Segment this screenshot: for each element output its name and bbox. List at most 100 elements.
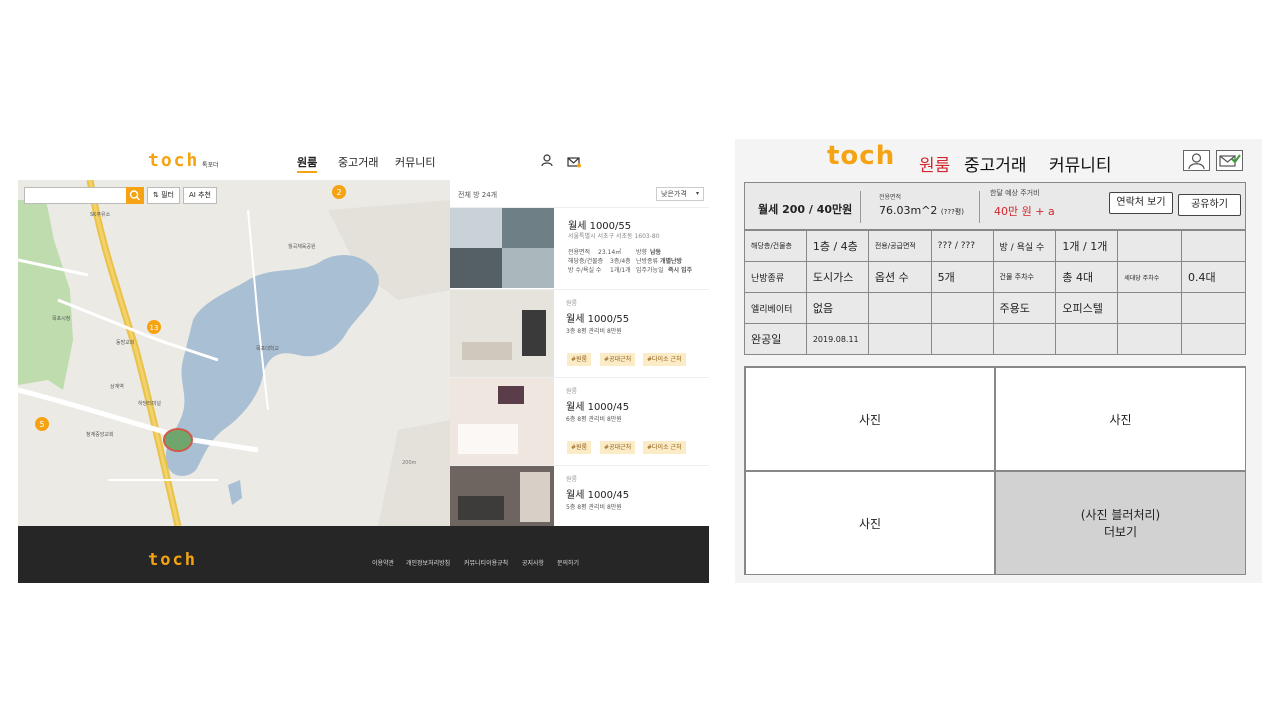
footer-link-contact[interactable]: 문의하기 [557, 558, 579, 567]
footer-logo[interactable]: toch [148, 550, 197, 570]
ai-recommend-button[interactable]: AI 추천 [183, 187, 217, 204]
search-button[interactable] [126, 187, 144, 204]
detail-value: 23.14㎡ [598, 249, 622, 256]
table-cell [1055, 323, 1119, 355]
nav-community[interactable]: 커뮤니티 [1049, 151, 1112, 176]
photo-slot[interactable]: 사진 [745, 471, 995, 575]
listing-card[interactable]: 원룸 월세 1000/55 3층 8평 관리비 8만원 #원룸 #공대근처 #다… [450, 289, 709, 378]
summary-bar: 월세 200 / 40만원 전용면적 76.03m^2 (???평) 한달 예상… [744, 182, 1246, 230]
place-label: 목포대학교 [256, 345, 279, 352]
tag[interactable]: #다이소 근처 [643, 353, 686, 366]
user-icon[interactable] [541, 154, 553, 167]
place-label: 월곡체육공원 [288, 243, 316, 250]
table-cell [1181, 230, 1246, 262]
table-cell: 주용도 [992, 292, 1057, 324]
map-scale: 200m [402, 460, 417, 466]
detail-value: 즉시 입주 [668, 267, 693, 274]
footer-link-privacy[interactable]: 개인정보처리방침 [406, 558, 450, 567]
table-cell: 2019.08.11 [805, 323, 869, 355]
footer-link-terms[interactable]: 이용약관 [372, 558, 394, 567]
listing-price: 월세 1000/55 [568, 221, 632, 232]
blurred-photo-label: (사진 블러처리) [1080, 508, 1161, 522]
photo-placeholder: 사진 [858, 412, 882, 427]
table-cell [1181, 292, 1246, 324]
logo[interactable]: toch [148, 150, 199, 171]
chevron-down-icon: ▾ [695, 190, 699, 197]
view-contact-button[interactable]: 연락처 보기 [1109, 192, 1173, 214]
listing-photo [450, 290, 554, 378]
tag[interactable]: #다이소 근처 [643, 441, 686, 454]
detail-label: 방향 [636, 249, 648, 256]
listing-price: 월세 1000/45 [566, 490, 630, 501]
table-cell [1117, 323, 1183, 355]
place-label: 하당터미널 [138, 400, 161, 407]
table-cell: 해당층/건물층 [744, 230, 807, 262]
nav-used-trade[interactable]: 중고거래 [964, 151, 1027, 176]
map-view[interactable]: 2 13 5 SK주유소 동방교회 목포대학교 월곡체육공원 상계역 하당터미널… [18, 180, 450, 526]
table-cell [930, 292, 994, 324]
listing-card[interactable]: 원룸 월세 1000/45 6층 8평 관리비 8만원 #원룸 #공대근처 #다… [450, 377, 709, 466]
place-label: 동방교회 [116, 339, 134, 346]
monthly-cost-label: 한달 예상 주거비 [990, 189, 1040, 197]
site-header: toch 톡포더 원룸 중고거래 커뮤니티 [18, 148, 709, 180]
mail-icon[interactable] [567, 156, 581, 168]
mail-icon[interactable] [1216, 150, 1243, 171]
more-photos-button[interactable]: (사진 블러처리) 더보기 [995, 471, 1246, 575]
listing-panel: 전체 방 24개 낮은가격 ▾ 월세 1000/55 서울특별시 서초구 서초동… [450, 180, 709, 526]
photo-grid: 사진 사진 사진 (사진 블러처리) 더보기 [744, 366, 1246, 575]
listing-photo [450, 378, 554, 466]
table-cell: ??? / ??? [930, 230, 994, 262]
table-cell: 총 4대 [1055, 261, 1119, 293]
listing-detail: 6층 8평 관리비 8만원 [566, 416, 622, 423]
detail-label: 입주가능일 [636, 267, 664, 274]
map-canvas[interactable]: 2 13 5 SK주유소 동방교회 목포대학교 월곡체육공원 상계역 하당터미널… [18, 180, 450, 526]
tag[interactable]: #원룸 [567, 353, 592, 366]
table-cell: 방 / 욕실 수 [992, 230, 1057, 262]
tag[interactable]: #공대근처 [600, 441, 636, 454]
table-cell: 난방종류 [744, 261, 807, 293]
footer-link-community-rules[interactable]: 커뮤니티이용규칙 [464, 558, 508, 567]
table-cell: 건물 주차수 [992, 261, 1057, 293]
table-cell: 1층 / 4층 [805, 230, 869, 262]
sort-select[interactable]: 낮은가격 ▾ [656, 187, 704, 201]
ai-recommend-label: AI 추천 [189, 191, 211, 199]
table-cell: 오피스텔 [1055, 292, 1119, 324]
listing-card[interactable]: 원룸 월세 1000/45 5층 8평 관리비 8만원 [450, 465, 709, 526]
tag[interactable]: #원룸 [567, 441, 592, 454]
monthly-cost-value: 40만 원 + a [994, 205, 1055, 218]
listing-photo [450, 466, 554, 526]
detail-label: 난방종류 [636, 258, 659, 265]
table-cell [867, 323, 932, 355]
map-marker-5[interactable]: 5 [35, 417, 49, 431]
nav-oneroom[interactable]: 원룸 [919, 151, 950, 176]
search-icon [129, 190, 140, 201]
tag[interactable]: #공대근처 [600, 353, 636, 366]
detail-label: 전용면적 [568, 249, 591, 256]
rent-price: 월세 200 / 40만원 [758, 203, 853, 216]
detail-value: 1개/1개 [610, 267, 631, 274]
filter-label: 필터 [161, 191, 174, 199]
photo-slot[interactable]: 사진 [995, 367, 1246, 471]
nav-used-trade[interactable]: 중고거래 [338, 154, 378, 170]
nav-community[interactable]: 커뮤니티 [395, 154, 435, 170]
listing-detail: 5층 8평 관리비 8만원 [566, 504, 622, 511]
marker-count: 5 [39, 420, 44, 429]
detail-value: 남동 [650, 249, 662, 256]
table-row: 엘리베이터 없음 주용도 오피스텔 [744, 292, 1246, 324]
nav-oneroom[interactable]: 원룸 [297, 154, 318, 173]
table-cell [1181, 323, 1246, 355]
photo-slot[interactable]: 사진 [745, 367, 995, 471]
listing-price: 월세 1000/45 [566, 402, 630, 413]
map-marker-13[interactable]: 13 [147, 320, 161, 334]
map-marker-2[interactable]: 2 [332, 185, 346, 199]
area-label: 전용면적 [879, 194, 902, 201]
user-icon[interactable] [1183, 150, 1210, 171]
featured-listing[interactable]: 월세 1000/55 서울특별시 서초구 서초동 1603-80 전용면적 23… [450, 207, 709, 289]
area-value: 76.03m^2 (???평) [879, 204, 964, 217]
share-button[interactable]: 공유하기 [1178, 194, 1241, 216]
footer-link-notice[interactable]: 공지사항 [522, 558, 544, 567]
listing-photo [450, 208, 554, 288]
logo[interactable]: toch [827, 141, 895, 171]
table-cell: 완공일 [744, 323, 807, 355]
filter-button[interactable]: ⇅ 필터 [147, 187, 180, 204]
